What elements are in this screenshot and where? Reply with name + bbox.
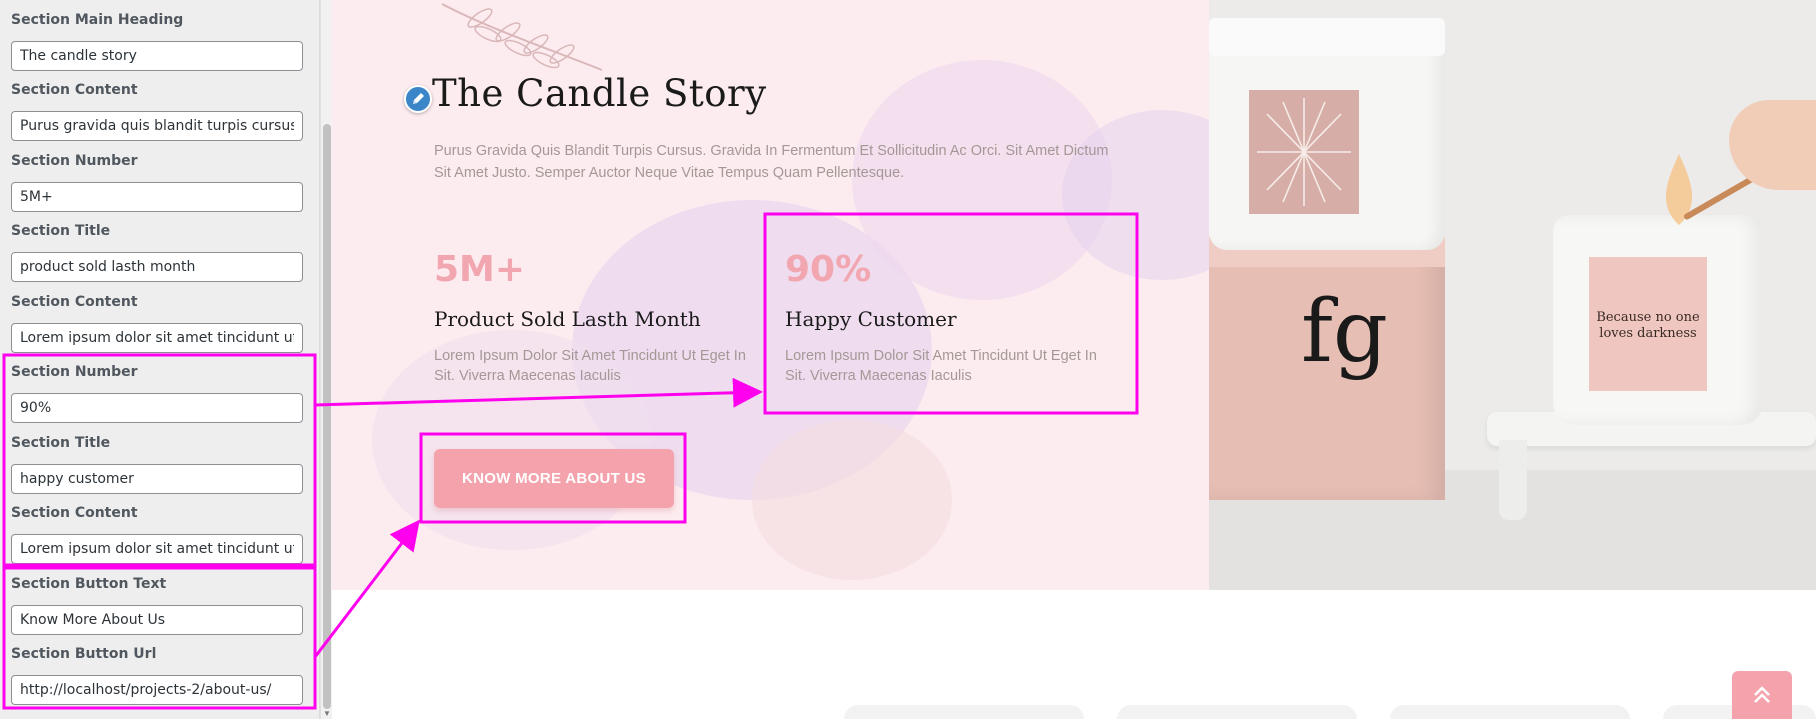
field-section-button-text: Section Button Text	[11, 575, 303, 635]
stat-text: Lorem Ipsum Dolor Sit Amet Tincidunt Ut …	[785, 348, 1097, 384]
stat-title: Happy Customer	[785, 307, 957, 331]
candle-jar-rim	[1209, 18, 1445, 56]
field-section-number-1: Section Number	[11, 152, 303, 212]
hand	[1729, 100, 1816, 190]
field-label: Section Number	[11, 364, 138, 380]
field-label: Section Number	[11, 153, 138, 169]
decorative-blob	[752, 420, 952, 580]
section-number-input[interactable]	[11, 393, 303, 423]
card-preview	[1117, 705, 1357, 719]
field-section-content-2: Section Content	[11, 293, 303, 353]
field-section-content-3: Section Content	[11, 504, 303, 564]
acrylic-stand-leg	[1499, 440, 1527, 520]
stat-title: Product Sold Lasth Month	[434, 307, 701, 331]
field-section-number-2: Section Number	[11, 363, 303, 423]
section-content-input[interactable]	[11, 534, 303, 564]
section-heading: The Candle Story	[432, 72, 767, 115]
panel-scrollbar[interactable]: ▼	[320, 0, 332, 719]
section-content-input[interactable]	[11, 111, 303, 141]
section-main-heading-input[interactable]	[11, 41, 303, 71]
card-preview	[1390, 705, 1630, 719]
candle-product-image: fg Because no one loves darkness	[1209, 0, 1816, 590]
section-number-input[interactable]	[11, 182, 303, 212]
flame-icon	[1665, 154, 1693, 225]
stat-number: 90%	[785, 249, 872, 290]
field-label: Section Content	[11, 505, 138, 521]
pencil-edit-icon[interactable]	[404, 85, 432, 113]
field-label: Section Title	[11, 223, 111, 239]
field-label: Section Main Heading	[11, 12, 184, 28]
scrollbar-thumb[interactable]	[323, 124, 331, 709]
stat-text: Lorem Ipsum Dolor Sit Amet Tincidunt Ut …	[434, 348, 746, 384]
section-content-input[interactable]	[11, 323, 303, 353]
section-button-url-input[interactable]	[11, 675, 303, 705]
site-preview: The Candle Story Purus Gravida Quis Blan…	[332, 0, 1816, 719]
leaf-branch-icon	[441, 3, 603, 71]
stat-item-products-sold: 5M+ Product Sold Lasth Month Lorem Ipsum…	[434, 248, 764, 386]
section-title-input[interactable]	[11, 464, 303, 494]
jar-label-text: Because no one loves darkness	[1596, 310, 1700, 341]
chevron-double-up-icon	[1754, 686, 1770, 703]
section-title-input[interactable]	[11, 252, 303, 282]
field-section-title-2: Section Title	[11, 434, 303, 494]
field-label: Section Title	[11, 435, 111, 451]
know-more-button[interactable]: KNOW MORE ABOUT US	[434, 449, 674, 508]
field-section-button-url: Section Button Url	[11, 645, 303, 705]
field-section-content-1: Section Content	[11, 81, 303, 141]
box-logo: fg	[1301, 282, 1388, 382]
stat-item-happy-customer: 90% Happy Customer Lorem Ipsum Dolor Sit…	[785, 248, 1115, 386]
field-section-main-heading: Section Main Heading	[11, 11, 303, 71]
customizer-panel: Section Main Heading Section Content Sec…	[0, 0, 320, 719]
field-label: Section Button Text	[11, 576, 167, 592]
card-preview	[844, 705, 1084, 719]
starburst-icon	[1257, 98, 1351, 206]
stat-number: 5M+	[434, 249, 526, 290]
field-label: Section Content	[11, 294, 138, 310]
field-label: Section Button Url	[11, 646, 157, 662]
field-label: Section Content	[11, 82, 138, 98]
jar-label	[1249, 90, 1359, 214]
section-button-text-input[interactable]	[11, 605, 303, 635]
field-section-title-1: Section Title	[11, 222, 303, 282]
section-description: Purus Gravida Quis Blandit Turpis Cursus…	[434, 143, 1109, 181]
candle-story-section: The Candle Story Purus Gravida Quis Blan…	[332, 0, 1209, 590]
scroll-to-top-button[interactable]	[1732, 671, 1792, 719]
